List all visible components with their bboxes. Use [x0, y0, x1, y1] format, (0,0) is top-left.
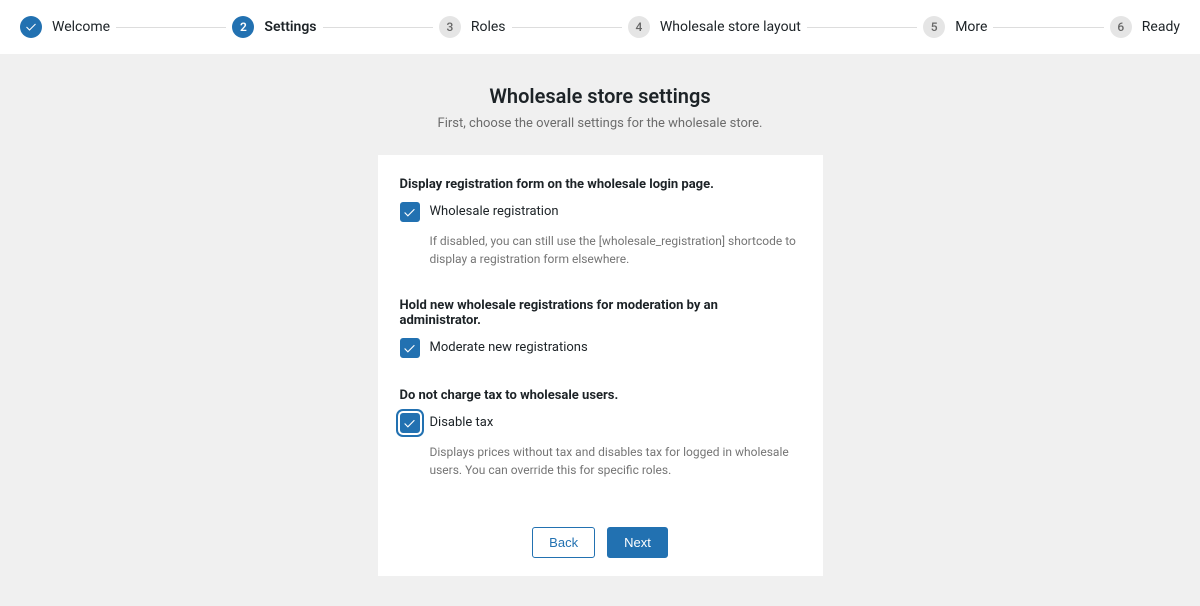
step-circle-upcoming: 3 — [439, 16, 461, 38]
step-label: Wholesale store layout — [660, 19, 801, 35]
back-button[interactable]: Back — [532, 527, 595, 558]
main-content: Wholesale store settings First, choose t… — [0, 54, 1200, 606]
registration-section: Display registration form on the wholesa… — [400, 177, 801, 268]
step-roles[interactable]: 3 Roles — [439, 16, 506, 38]
step-connector — [116, 27, 226, 28]
check-icon — [403, 342, 416, 355]
step-circle-upcoming: 4 — [628, 16, 650, 38]
moderate-registrations-label: Moderate new registrations — [430, 338, 588, 358]
step-welcome[interactable]: Welcome — [20, 16, 110, 38]
registration-helper: If disabled, you can still use the [whol… — [430, 232, 801, 268]
step-more[interactable]: 5 More — [923, 16, 987, 38]
disable-tax-checkbox[interactable] — [400, 413, 420, 433]
step-circle-completed — [20, 16, 42, 38]
step-label: Ready — [1142, 19, 1180, 35]
check-icon — [403, 206, 416, 219]
tax-section: Do not charge tax to wholesale users. Di… — [400, 388, 801, 479]
wholesale-registration-checkbox[interactable] — [400, 202, 420, 222]
moderation-checkbox-row: Moderate new registrations — [400, 338, 801, 358]
step-label: Roles — [471, 19, 506, 35]
step-label: Welcome — [52, 19, 110, 35]
step-label: More — [955, 19, 987, 35]
disable-tax-label: Disable tax — [430, 413, 494, 433]
tax-heading: Do not charge tax to wholesale users. — [400, 388, 801, 403]
step-circle-upcoming: 6 — [1110, 16, 1132, 38]
check-icon — [403, 417, 416, 430]
step-ready[interactable]: 6 Ready — [1110, 16, 1180, 38]
wizard-actions: Back Next — [400, 527, 801, 558]
moderation-section: Hold new wholesale registrations for mod… — [400, 298, 801, 358]
setup-wizard-stepper: Welcome 2 Settings 3 Roles 4 Wholesale s… — [0, 0, 1200, 54]
step-circle-upcoming: 5 — [923, 16, 945, 38]
moderate-registrations-checkbox[interactable] — [400, 338, 420, 358]
tax-checkbox-row: Disable tax — [400, 413, 801, 433]
step-connector — [807, 27, 917, 28]
page-subtitle: First, choose the overall settings for t… — [0, 116, 1200, 131]
registration-checkbox-row: Wholesale registration — [400, 202, 801, 222]
step-circle-active: 2 — [232, 16, 254, 38]
check-icon — [25, 21, 37, 33]
step-connector — [323, 27, 433, 28]
next-button[interactable]: Next — [607, 527, 668, 558]
registration-heading: Display registration form on the wholesa… — [400, 177, 801, 192]
tax-helper: Displays prices without tax and disables… — [430, 443, 801, 479]
step-settings[interactable]: 2 Settings — [232, 16, 316, 38]
wholesale-registration-label: Wholesale registration — [430, 202, 559, 222]
page-title: Wholesale store settings — [0, 84, 1200, 108]
step-label: Settings — [264, 19, 316, 35]
step-wholesale-store-layout[interactable]: 4 Wholesale store layout — [628, 16, 801, 38]
settings-card: Display registration form on the wholesa… — [378, 155, 823, 576]
moderation-heading: Hold new wholesale registrations for mod… — [400, 298, 801, 328]
step-connector — [993, 27, 1103, 28]
step-connector — [512, 27, 622, 28]
